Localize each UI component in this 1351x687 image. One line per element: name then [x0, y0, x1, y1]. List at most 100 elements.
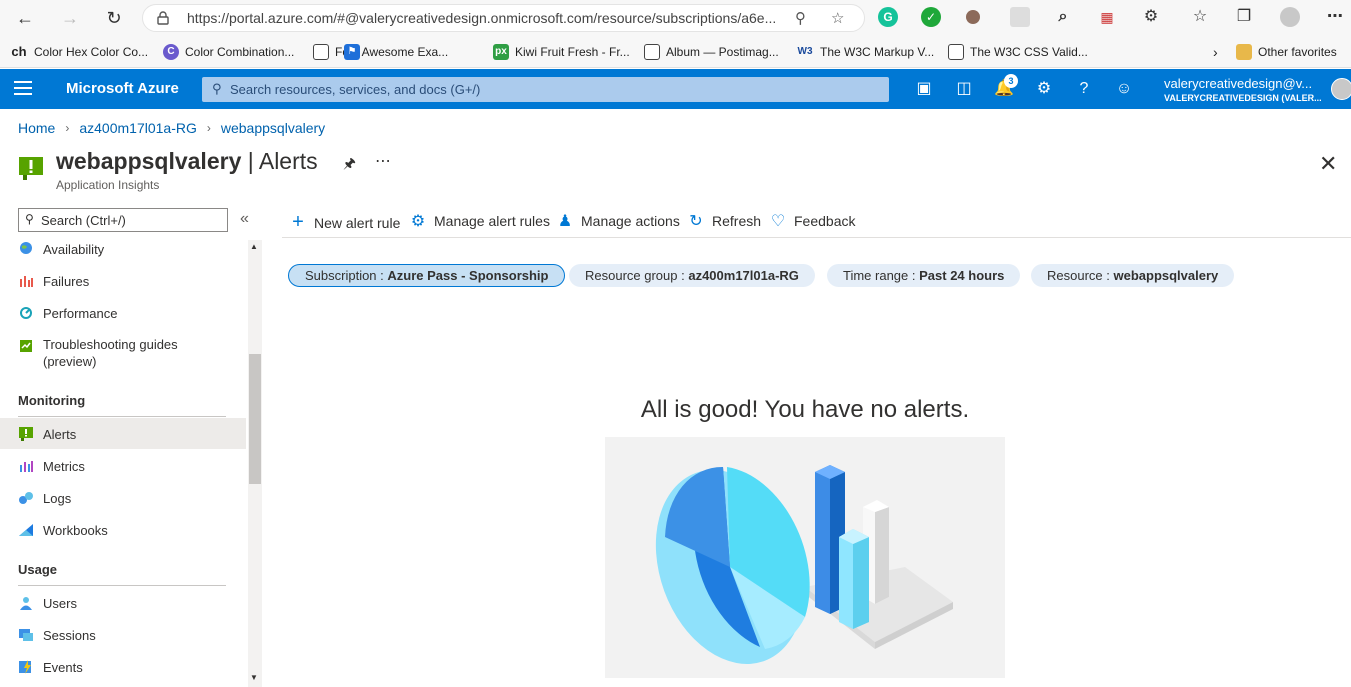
collapse-sidebar-icon[interactable]: « [240, 210, 249, 228]
sidebar-item-events[interactable]: Events [0, 659, 246, 676]
chevron-right-icon[interactable]: › [1213, 42, 1218, 62]
bookmark-item[interactable]: The W3C CSS Valid... [948, 42, 1088, 62]
bookmark-item[interactable]: px Kiwi Fruit Fresh - Fr... [493, 42, 630, 62]
command-bar-divider [282, 237, 1351, 238]
section-monitoring: Monitoring [18, 393, 86, 408]
people-icon: ♟ [557, 213, 573, 230]
sidebar-item-failures[interactable]: Failures [0, 273, 246, 290]
sidebar-item-logs[interactable]: Logs [0, 490, 246, 507]
alerts-icon [19, 427, 33, 441]
account-email: valerycreativedesign@v... [1164, 76, 1313, 91]
feedback-icon[interactable]: ☺ [1114, 79, 1134, 99]
logs-icon [19, 492, 33, 504]
manage-actions-button[interactable]: ♟ Manage actions [557, 211, 680, 231]
help-icon[interactable]: ? [1074, 79, 1094, 99]
pin-icon[interactable]: 🖈 [343, 153, 356, 177]
bookmark-item[interactable]: Album — Postimag... [644, 42, 779, 62]
breadcrumb-resource[interactable]: webappsqlvalery [221, 120, 325, 136]
bookmark-item[interactable]: ch Color Hex Color Co... [10, 42, 148, 62]
blade-name: Alerts [258, 148, 318, 174]
add-favorite-icon[interactable]: ☆ [831, 9, 844, 27]
bookmark-c-icon: C [163, 44, 179, 60]
empty-state-illustration [605, 437, 1005, 678]
profile-icon[interactable] [1280, 7, 1300, 27]
sidebar-item-performance[interactable]: Performance [0, 305, 246, 322]
brand-title[interactable]: Microsoft Azure [66, 80, 179, 97]
scroll-up-icon[interactable]: ▲ [250, 242, 258, 251]
plus-icon: + [292, 211, 304, 233]
avatar[interactable] [1331, 78, 1351, 100]
grammarly-icon[interactable]: G [878, 7, 898, 27]
filter-subscription[interactable]: Subscription : Azure Pass - Sponsorship [288, 264, 566, 287]
key-icon[interactable]: ⚲ [795, 9, 806, 27]
filter-resource-group[interactable]: Resource group : az400m17l01a-RG [569, 264, 815, 287]
extension-search-icon[interactable]: ⌕ [1053, 7, 1073, 27]
sidebar-item-alerts[interactable]: Alerts [0, 418, 246, 449]
back-arrow-icon[interactable]: ← [13, 6, 37, 30]
performance-icon [20, 307, 32, 319]
sidebar-item-troubleshooting[interactable]: Troubleshooting guides (preview) [0, 336, 246, 370]
sidebar-search-input[interactable] [41, 211, 221, 229]
bookmarks-bar: ch Color Hex Color Co... C Color Combinati… [0, 36, 1351, 68]
url-text: https://portal.azure.com/#@valerycreativ… [187, 10, 777, 26]
favorites-icon[interactable]: ☆ [1190, 7, 1210, 27]
breadcrumb-home[interactable]: Home [18, 120, 55, 136]
page-title: webappsqlvalery | Alerts [56, 148, 318, 175]
azure-header: Microsoft Azure ⚲ ▣ ◫ 🔔 ⚙ ? ☺ [0, 69, 1351, 109]
extension-color-icon[interactable]: ▦ [1097, 7, 1117, 27]
folder-icon [1236, 44, 1252, 60]
other-favorites[interactable]: Other favorites [1236, 42, 1351, 62]
chart-illustration-icon [655, 465, 953, 664]
workbooks-icon [19, 524, 33, 536]
bookmark-item[interactable]: W3 The W3C Markup V... [796, 42, 935, 62]
directory-filter-icon[interactable]: ◫ [954, 79, 974, 99]
bookmark-flag-icon-wrap: ⚑ [344, 42, 366, 62]
manage-alert-rules-button[interactable]: ⚙ Manage alert rules [410, 211, 550, 231]
sidebar-item-workbooks[interactable]: Workbooks [0, 522, 246, 539]
globe-icon [20, 242, 32, 254]
sidebar-item-availability[interactable]: Availability [0, 241, 246, 258]
global-search[interactable]: ⚲ [202, 77, 889, 102]
bookmark-item[interactable]: C Color Combination... [163, 42, 294, 62]
heart-icon: ♡ [770, 213, 786, 230]
browser-menu-icon[interactable]: ⋯ [1325, 7, 1345, 27]
bookmark-ch-icon: ch [11, 44, 27, 59]
checkmark-extension-icon[interactable]: ✓ [921, 7, 941, 27]
extension-dot-icon[interactable] [966, 10, 980, 24]
sidebar-search[interactable]: ⚲ [18, 208, 228, 232]
forward-arrow-icon[interactable]: → [58, 6, 82, 30]
scroll-down-icon[interactable]: ▼ [250, 673, 258, 682]
flag-icon: ⚑ [344, 44, 360, 60]
address-bar[interactable]: https://portal.azure.com/#@valerycreativ… [142, 4, 865, 32]
collections-icon[interactable]: ❐ [1234, 7, 1254, 27]
metrics-icon [20, 461, 33, 472]
empty-state-message: All is good! You have no alerts. [640, 396, 970, 423]
account-menu[interactable]: valerycreativedesign@v... VALERYCREATIVE… [1164, 76, 1322, 103]
filter-time-range[interactable]: Time range : Past 24 hours [827, 264, 1021, 287]
chevron-right-icon: › [206, 121, 211, 135]
lock-icon [157, 11, 169, 25]
breadcrumb-resource-group[interactable]: az400m17l01a-RG [79, 120, 197, 136]
global-search-input[interactable] [230, 80, 870, 99]
cloud-shell-icon[interactable]: ▣ [914, 79, 934, 99]
extensions-puzzle-icon[interactable]: ⚙ [1141, 7, 1161, 27]
refresh-icon: ↻ [689, 213, 703, 230]
sidebar-scroll-thumb[interactable] [249, 354, 261, 484]
extension-grid-icon[interactable] [1010, 7, 1030, 27]
feedback-button[interactable]: ♡ Feedback [770, 211, 856, 231]
sidebar-item-metrics[interactable]: Metrics [0, 458, 246, 475]
reload-icon[interactable]: ↻ [102, 6, 126, 30]
bookmark-item[interactable]: Font Awesome Exa... [313, 42, 448, 62]
sidebar-item-sessions[interactable]: Sessions [0, 627, 246, 644]
refresh-button[interactable]: ↻ Refresh [688, 211, 761, 231]
events-icon [19, 660, 31, 674]
close-icon[interactable]: ✕ [1319, 151, 1337, 177]
users-icon [20, 597, 32, 610]
portal-menu-icon[interactable] [14, 81, 32, 97]
settings-gear-icon[interactable]: ⚙ [1034, 79, 1054, 99]
sidebar-item-users[interactable]: Users [0, 595, 246, 612]
new-alert-rule-button[interactable]: + New alert rule [290, 211, 400, 234]
resource-name: webappsqlvalery [56, 148, 242, 174]
filter-resource[interactable]: Resource : webappsqlvalery [1031, 264, 1235, 287]
more-icon[interactable]: ⋯ [375, 151, 392, 171]
